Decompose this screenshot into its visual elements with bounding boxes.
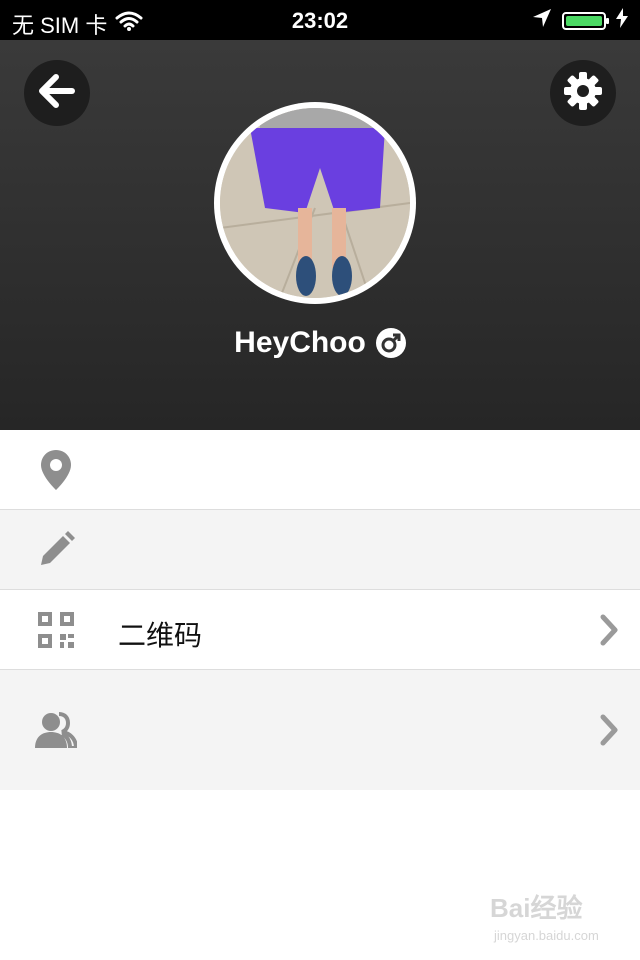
male-symbol-icon (375, 328, 406, 358)
back-button[interactable] (24, 60, 90, 126)
battery-icon (562, 12, 609, 30)
avatar-photo (220, 108, 410, 298)
profile-header: HeyChoo (0, 40, 640, 430)
profile-name-row: HeyChoo (0, 326, 640, 360)
chevron-right-icon (600, 714, 618, 751)
battery-level (566, 16, 602, 26)
qr-code-row[interactable]: 二维码 (0, 590, 640, 670)
settings-button[interactable] (550, 60, 616, 126)
location-arrow-icon (532, 8, 552, 34)
location-row[interactable] (0, 430, 640, 510)
arrow-left-icon (38, 73, 76, 113)
qr-code-icon (34, 608, 78, 652)
qr-code-label: 二维码 (118, 620, 203, 651)
status-right (532, 8, 628, 34)
charging-bolt-icon (616, 8, 628, 34)
watermark-logo: Bai经验 (490, 893, 583, 923)
chevron-right-icon (600, 614, 618, 651)
status-bar: 无 SIM 卡 23:02 (0, 0, 640, 40)
pencil-icon (34, 528, 78, 572)
contacts-icon (34, 708, 78, 752)
gear-icon (563, 71, 603, 116)
watermark-url: jingyan.baidu.com (494, 928, 599, 943)
avatar[interactable] (214, 102, 416, 304)
signature-row[interactable] (0, 510, 640, 590)
location-pin-icon (34, 448, 78, 492)
contacts-row[interactable] (0, 670, 640, 790)
profile-name: HeyChoo (234, 326, 366, 359)
